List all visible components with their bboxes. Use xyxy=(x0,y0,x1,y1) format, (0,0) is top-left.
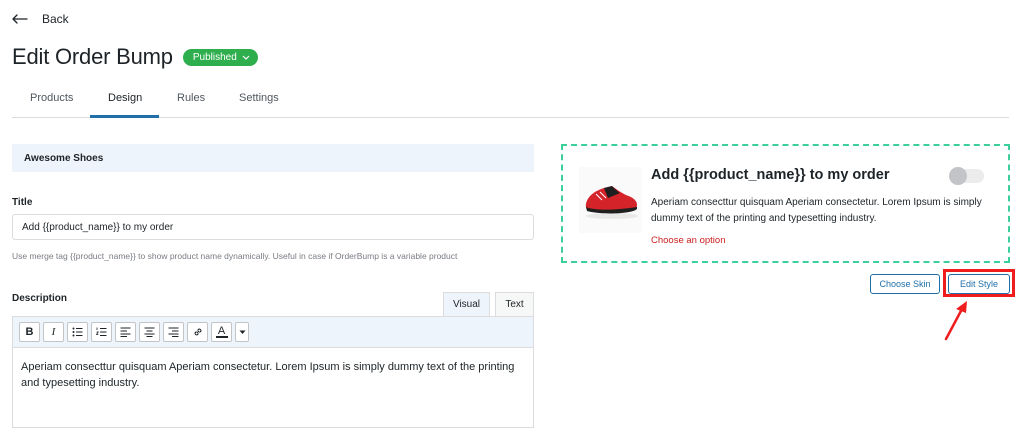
numbered-list-icon[interactable] xyxy=(91,322,112,342)
title-input-value: Add {{product_name}} to my order xyxy=(22,221,174,233)
align-left-icon[interactable] xyxy=(115,322,136,342)
product-name: Awesome Shoes xyxy=(24,152,104,164)
tab-design[interactable]: Design xyxy=(108,92,142,104)
description-editor: B I A Aperiam consecttur quisquam Aperia… xyxy=(12,316,534,428)
bold-icon[interactable]: B xyxy=(19,322,40,342)
align-center-icon[interactable] xyxy=(139,322,160,342)
title-input[interactable]: Add {{product_name}} to my order xyxy=(12,214,534,240)
product-image xyxy=(579,167,642,233)
description-text: Aperiam consecttur quisquam Aperiam cons… xyxy=(21,361,515,389)
order-bump-preview: Add {{product_name}} to my order Aperiam… xyxy=(561,144,1010,263)
tab-rules[interactable]: Rules xyxy=(177,92,205,104)
chevron-down-icon xyxy=(242,52,250,63)
toggle-knob xyxy=(949,167,967,185)
back-label: Back xyxy=(42,12,69,26)
product-header: Awesome Shoes xyxy=(12,144,534,172)
tab-products[interactable]: Products xyxy=(30,92,73,104)
align-right-icon[interactable] xyxy=(163,322,184,342)
editor-toolbar: B I A xyxy=(13,317,533,348)
tab-bar: Products Design Rules Settings xyxy=(12,80,1009,118)
title-help-text: Use merge tag {{product_name}} to show p… xyxy=(12,251,458,261)
editor-tab-visual[interactable]: Visual xyxy=(443,292,490,317)
preview-description: Aperiam consecttur quisquam Aperiam cons… xyxy=(651,197,982,224)
back-link[interactable]: Back xyxy=(12,10,69,28)
title-label: Title xyxy=(12,197,33,208)
edit-style-highlight xyxy=(943,269,1015,297)
title-row: Edit Order Bump Published xyxy=(12,44,258,70)
arrow-left-icon xyxy=(12,14,28,24)
tab-settings[interactable]: Settings xyxy=(239,92,279,104)
choose-skin-button[interactable]: Choose Skin xyxy=(870,274,940,294)
bulleted-list-icon[interactable] xyxy=(67,322,88,342)
add-to-order-toggle[interactable] xyxy=(949,167,984,185)
caret-down-icon[interactable] xyxy=(235,322,249,342)
description-editor-body[interactable]: Aperiam consecttur quisquam Aperiam cons… xyxy=(13,348,533,402)
choose-option-link[interactable]: Choose an option xyxy=(651,235,725,246)
link-icon[interactable] xyxy=(187,322,208,342)
status-dropdown[interactable]: Published xyxy=(182,48,258,66)
preview-title: Add {{product_name}} to my order xyxy=(651,167,890,183)
active-tab-indicator xyxy=(90,115,159,118)
description-label: Description xyxy=(12,293,68,304)
pointer-arrow-icon xyxy=(940,298,974,347)
italic-icon[interactable]: I xyxy=(43,322,64,342)
status-label: Published xyxy=(192,51,237,63)
editor-tab-text[interactable]: Text xyxy=(495,292,534,317)
text-color-icon[interactable]: A xyxy=(211,322,232,342)
page-title: Edit Order Bump xyxy=(12,44,173,69)
